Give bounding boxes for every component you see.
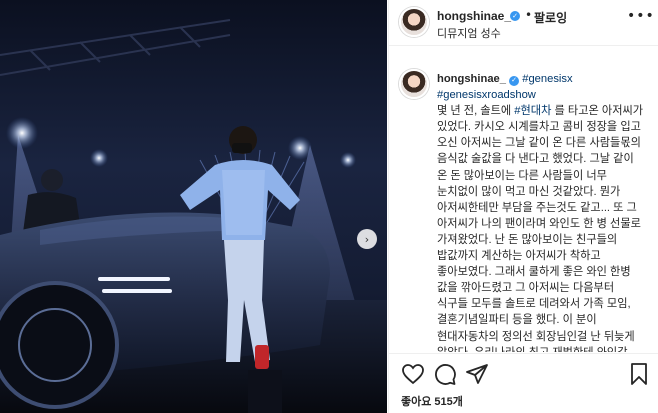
comment-icon[interactable] bbox=[433, 362, 457, 386]
caption-username[interactable]: hongshinae_ bbox=[437, 73, 506, 85]
separator-dot: • bbox=[525, 8, 533, 22]
caption-avatar[interactable] bbox=[399, 69, 429, 99]
chevron-right-icon: › bbox=[364, 232, 370, 246]
caption-section: hongshinae_ ✓ #genesisx #genesisxroadsho… bbox=[389, 47, 658, 352]
more-options-icon[interactable]: ••• bbox=[627, 8, 655, 24]
share-icon[interactable] bbox=[465, 362, 489, 386]
bookmark-icon[interactable] bbox=[627, 362, 651, 386]
photo-scene bbox=[0, 19, 387, 413]
caption-body-part2: 를 타고온 아저씨가 있었다. 카시오 시계를차고 콤비 정장을 입고 오신 아… bbox=[437, 105, 644, 352]
following-button[interactable]: 팔로잉 bbox=[534, 9, 567, 26]
heart-icon[interactable] bbox=[401, 362, 425, 386]
caption-text: hongshinae_ ✓ #genesisx #genesisxroadsho… bbox=[437, 71, 647, 352]
avatar[interactable] bbox=[399, 7, 429, 37]
hashtag[interactable]: #genesisxroadshow bbox=[437, 89, 536, 101]
action-bar bbox=[389, 353, 658, 391]
post-location[interactable]: 디뮤지엄 성수 bbox=[437, 25, 501, 41]
hashtag[interactable]: #genesisx bbox=[522, 73, 572, 85]
caption-body-part1: 몇 년 전, 솔트에 bbox=[437, 105, 515, 118]
verified-badge-icon: ✓ bbox=[510, 11, 520, 21]
post-header: hongshinae_ ✓ • 팔로잉 디뮤지엄 성수 ••• bbox=[389, 0, 658, 46]
next-image-button[interactable]: › bbox=[357, 229, 377, 249]
likes-count[interactable]: 좋아요 515개 bbox=[401, 393, 463, 409]
author-username[interactable]: hongshinae_ bbox=[437, 9, 511, 23]
post-photo[interactable]: › bbox=[0, 0, 387, 413]
post-side-panel: hongshinae_ ✓ • 팔로잉 디뮤지엄 성수 ••• hongshin… bbox=[388, 0, 658, 413]
hashtag[interactable]: #현대차 bbox=[514, 105, 551, 117]
verified-badge-icon: ✓ bbox=[509, 76, 520, 86]
